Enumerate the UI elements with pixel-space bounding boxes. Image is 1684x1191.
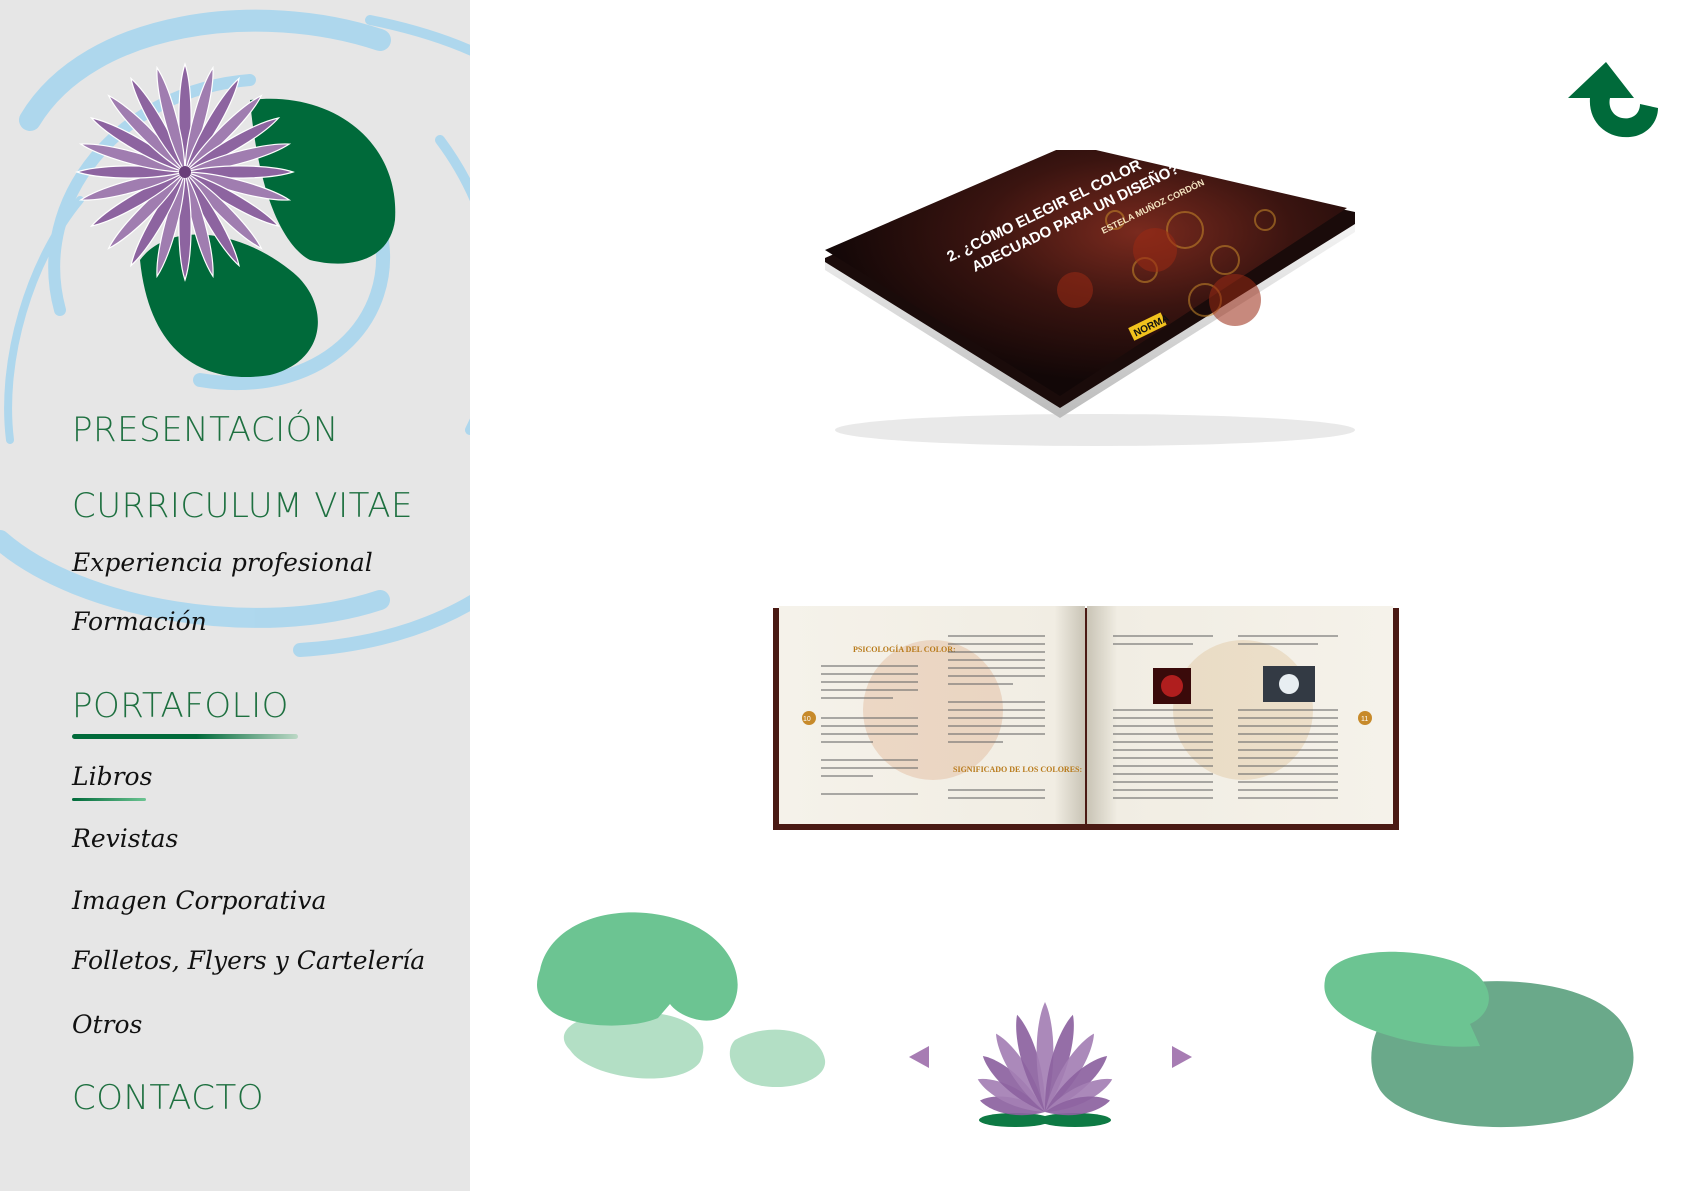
prev-arrow-icon[interactable] [907, 1044, 931, 1070]
libros-underline [72, 798, 146, 801]
nav-experiencia-profesional[interactable]: Experiencia profesional [72, 548, 373, 577]
spread-left-subheading: SIGNIFICADO DE LOS COLORES: [953, 765, 1082, 774]
nav-libros[interactable]: Libros [72, 762, 152, 791]
portafolio-underline [72, 734, 298, 739]
lotus-flower-icon [977, 1002, 1113, 1127]
nav-formacion[interactable]: Formación [72, 607, 207, 636]
nav-curriculum-vitae[interactable]: CURRICULUM VITAE [72, 486, 413, 526]
nav-presentacion[interactable]: PRESENTACIÓN [72, 410, 339, 450]
nav-otros[interactable]: Otros [72, 1010, 142, 1039]
page-number-right: 11 [1361, 716, 1368, 723]
nav-contacto[interactable]: CONTACTO [72, 1078, 264, 1118]
sidebar: PRESENTACIÓN CURRICULUM VITAE Experienci… [0, 0, 470, 1191]
nav-folletos-flyers-carteleria[interactable]: Folletos, Flyers y Cartelería [72, 946, 425, 975]
lily-pads-left [537, 912, 826, 1088]
book-cover-image: 2. ¿CÓMO ELEGIR EL COLOR ADECUADO PARA U… [825, 150, 1355, 446]
nav-imagen-corporativa[interactable]: Imagen Corporativa [72, 886, 326, 915]
lotus-logo [75, 62, 396, 378]
nav-portafolio[interactable]: PORTAFOLIO [72, 686, 289, 726]
lily-pads-right [1324, 951, 1634, 1128]
page-number-left: 10 [803, 716, 811, 723]
next-arrow-icon[interactable] [1170, 1044, 1194, 1070]
spread-left-heading: PSICOLOGÍA DEL COLOR: [853, 644, 956, 654]
nav-revistas[interactable]: Revistas [72, 824, 178, 853]
book-spread-image: PSICOLOGÍA DEL COLOR: SIGNIFICADO DE LOS… [773, 606, 1399, 830]
back-arrow-icon[interactable] [1548, 54, 1658, 144]
